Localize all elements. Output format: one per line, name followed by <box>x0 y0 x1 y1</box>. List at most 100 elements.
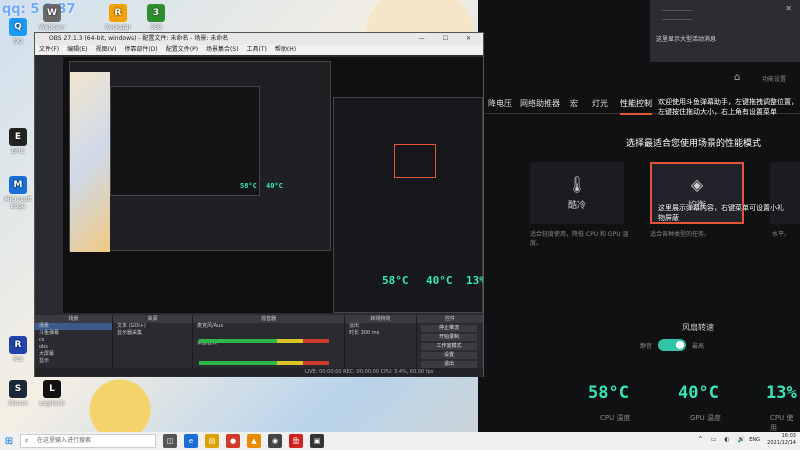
nested-wallpaper <box>70 72 110 252</box>
desktop-icon[interactable]: W Webcam <box>36 4 68 31</box>
mode-card-cool-desc: 适合轻度使用，降低 CPU 和 GPU 温度。 <box>530 231 629 247</box>
nav-macro[interactable]: 宏 <box>570 98 578 109</box>
edge-icon: M <box>9 176 27 194</box>
menu-edit[interactable]: 编辑(E) <box>67 45 87 55</box>
scenes-header: 场景 <box>35 315 112 323</box>
menu-view[interactable]: 视图(V) <box>96 45 117 55</box>
desktop-icon-label: Rockstar <box>105 24 131 31</box>
desktop-icon-label: 360 <box>150 24 162 31</box>
menu-tools[interactable]: 工具(T) <box>247 45 267 55</box>
menu-lines-icon <box>662 10 692 20</box>
nav-undervolt[interactable]: 降电压 <box>488 98 512 109</box>
source-item[interactable]: 文本 (GDI+) <box>113 323 192 330</box>
explorer-taskbar-icon[interactable]: ▤ <box>205 434 219 448</box>
app2-taskbar-icon[interactable]: ▲ <box>247 434 261 448</box>
taskbar: ⊞ 在这里输入进行搜索 ◫ e ▤ ● ▲ ◉ 鱼 ▣ ^ ▭ ◐ 🔊 ENG … <box>0 432 800 450</box>
exit-button[interactable]: 退出 <box>421 361 477 368</box>
duration-value[interactable]: 300 ms <box>361 330 380 336</box>
qq-icon: Q <box>9 18 27 36</box>
menu-docks[interactable]: 停靠部件(D) <box>124 45 157 55</box>
balance-icon: ◈ <box>690 175 704 194</box>
desktop-icon[interactable]: M Microsoft Edge <box>2 176 34 210</box>
windows-start-icon[interactable]: ⊞ <box>0 432 18 450</box>
scene-item[interactable]: 大屏幕 <box>35 351 112 358</box>
transition-select[interactable]: 淡出 <box>345 323 416 330</box>
menu-profile[interactable]: 配置文件(P) <box>166 45 198 55</box>
menu-scene-collection[interactable]: 场景集合(S) <box>206 45 239 55</box>
mode-card-balanced-desc: 适合各种类型的任务。 <box>650 231 711 238</box>
close-icon[interactable]: ✕ <box>785 4 792 13</box>
taskbar-search-input[interactable]: 在这里输入进行搜索 <box>20 434 156 448</box>
studio-mode-button[interactable]: 工作室模式 <box>421 343 477 350</box>
obs-statusbar: LIVE: 00:00:00 REC: 00:00:00 CPU: 3.4%, … <box>35 368 483 376</box>
fan-toggle[interactable] <box>658 339 687 351</box>
panel-taskbar-icon[interactable]: ▣ <box>310 434 324 448</box>
edge-taskbar-icon[interactable]: e <box>184 434 198 448</box>
obs-taskbar-icon[interactable]: ◉ <box>268 434 282 448</box>
desktop-icon[interactable]: L Logitech <box>36 380 68 407</box>
scene-item[interactable]: 显示 <box>35 358 112 365</box>
nav-network[interactable]: 网络助推器 <box>520 98 560 109</box>
scene-item[interactable]: obs <box>35 344 112 351</box>
home-icon[interactable]: ⌂ <box>734 72 740 83</box>
danmu-notice: 欢迎使用斗鱼弹幕助手，左键拖拽调整位置，左键按住拖动大小，右上角有设置菜单 <box>658 98 798 116</box>
mixer-mic-label: 麦克风/Aux <box>197 323 224 329</box>
app-taskbar-icon[interactable]: ● <box>226 434 240 448</box>
rsi-icon: R <box>9 336 27 354</box>
task-view-icon[interactable]: ◫ <box>163 434 177 448</box>
desktop-icon-label: RSI <box>13 356 23 363</box>
obs-title-text: OBS 27.1.3 (64-bit, windows) - 配置文件: 未命名… <box>49 35 229 42</box>
menu-file[interactable]: 文件(F) <box>39 45 59 55</box>
desktop-icon[interactable]: R RSI <box>2 336 34 363</box>
transitions-header: 转场特效 <box>345 315 416 323</box>
nav-performance[interactable]: 性能控制 <box>620 98 652 115</box>
controls-header: 控件 <box>417 315 483 323</box>
desktop-icon[interactable]: E EPIC <box>2 128 34 155</box>
mic-volume-meter <box>199 339 329 343</box>
scene-item[interactable]: cs <box>35 337 112 344</box>
logitech-icon: L <box>43 380 61 398</box>
fan-off-label: 静音 <box>640 342 653 350</box>
clock-time: 16:03 <box>781 433 796 439</box>
scene-item[interactable]: 场景 <box>35 323 112 330</box>
preview-gpu-temp: 40°C <box>426 274 453 287</box>
promo-text: 这里显示大型活动消息 <box>656 36 717 43</box>
stop-streaming-button[interactable]: 停止推流 <box>421 325 477 332</box>
scene-item[interactable]: 斗鱼弹幕 <box>35 330 112 337</box>
thermometer-icon: 🌡 <box>566 175 588 194</box>
desktop-icon-label: Logitech <box>39 400 65 407</box>
menu-help[interactable]: 帮助(H) <box>275 45 296 55</box>
desktop-icon[interactable]: Q QQ <box>2 18 34 45</box>
preview-cpu-temp: 58°C <box>382 274 409 287</box>
desktop-volume-meter <box>199 361 329 365</box>
mode-select-title: 选择最适合您使用场景的性能模式 <box>626 139 762 149</box>
desktop-icon-label: EPIC <box>11 148 25 155</box>
webcam-icon: W <box>43 4 61 22</box>
preview-active-card <box>394 144 436 178</box>
preview-panel-capture: 58°C 40°C 13% <box>333 97 483 313</box>
clock-date: 2021/12/14 <box>767 440 796 446</box>
fan-speed-row: 静音 最高 <box>640 338 704 352</box>
fan-speed-title: 风扇转速 <box>682 323 714 332</box>
rockstar-icon: R <box>109 4 127 22</box>
source-item[interactable]: 显示器采集 <box>113 330 192 337</box>
desktop-icon[interactable]: S Steam <box>2 380 34 407</box>
cpu-usage-label: CPU 使用 <box>770 414 794 432</box>
preview-cpu-usage: 13% <box>466 274 483 287</box>
tray-clock[interactable]: ENG 16:03 2021/12/14 <box>749 433 796 447</box>
tray-icons[interactable]: ^ ▭ ◐ 🔊 <box>698 436 748 443</box>
settings-button[interactable]: 设置 <box>421 352 477 359</box>
mode-card-cool[interactable]: 🌡 酷冷 <box>530 162 624 224</box>
nav-lighting[interactable]: 灯光 <box>592 98 608 109</box>
settings-label[interactable]: 功能设置 <box>762 74 786 83</box>
desktop-icon[interactable]: 3 360 <box>140 4 172 31</box>
start-recording-button[interactable]: 开始录制 <box>421 334 477 341</box>
gpu-temp-label: GPU 温度 <box>690 414 721 422</box>
obs-preview[interactable]: 58°C 40°C 58°C 40°C 13% <box>63 57 483 313</box>
obs-titlebar[interactable]: OBS 27.1.3 (64-bit, windows) - 配置文件: 未命名… <box>35 33 483 45</box>
desktop-icon[interactable]: R Rockstar <box>102 4 134 31</box>
window-controls-icon[interactable]: — ☐ ✕ <box>419 33 479 45</box>
douyu-taskbar-icon[interactable]: 鱼 <box>289 434 303 448</box>
mode-card-cool-label: 酷冷 <box>567 201 586 211</box>
desktop-icon-label: QQ <box>13 38 23 45</box>
